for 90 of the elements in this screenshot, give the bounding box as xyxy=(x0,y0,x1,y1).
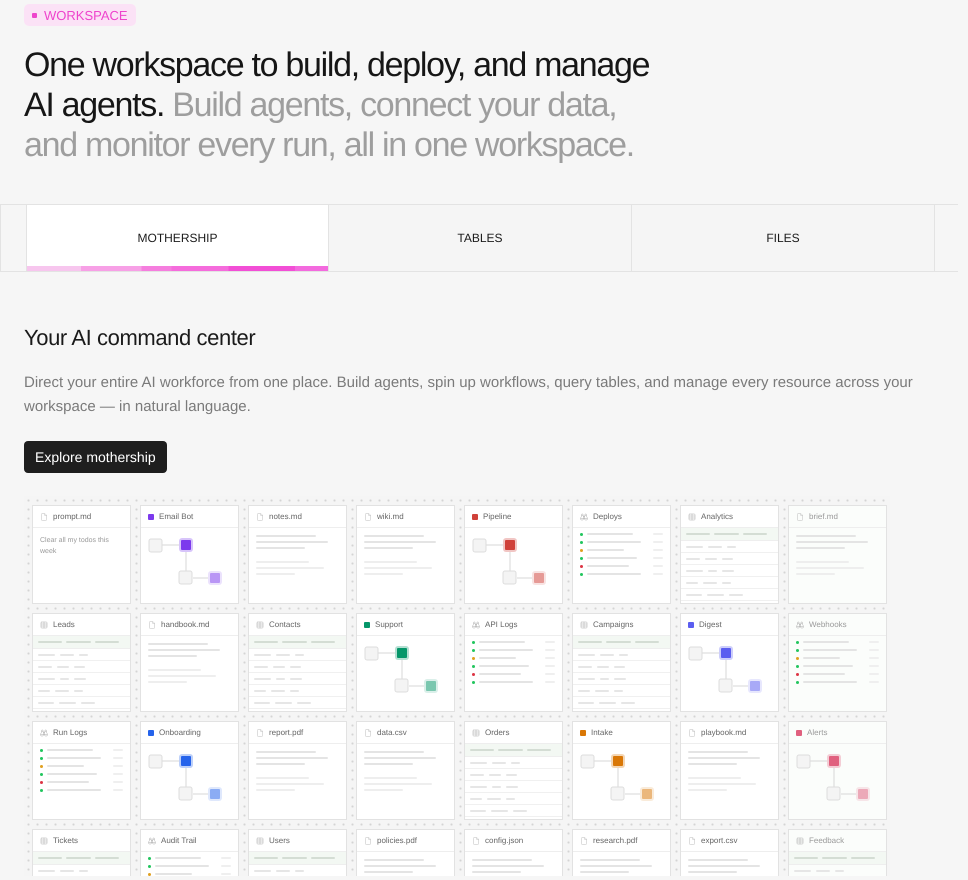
resource-card[interactable]: config.json xyxy=(464,829,563,876)
resource-card[interactable]: Deploys xyxy=(572,505,671,604)
card-title: policies.pdf xyxy=(377,836,418,845)
resource-card[interactable]: Leads xyxy=(32,613,131,712)
card-title: Analytics xyxy=(701,512,734,521)
resource-card[interactable]: Campaigns xyxy=(572,613,671,712)
card-title: brief.md xyxy=(809,512,838,521)
resource-card[interactable]: wiki.md xyxy=(356,505,455,604)
file-icon xyxy=(796,512,804,520)
resource-card[interactable]: Onboarding xyxy=(140,721,239,820)
table-icon xyxy=(472,728,480,736)
card-title: Digest xyxy=(699,620,722,629)
card-title: Contacts xyxy=(269,620,301,629)
resource-card[interactable]: Support xyxy=(356,613,455,712)
workspace-badge: WORKSPACE xyxy=(24,4,136,26)
resource-card[interactable]: export.csv xyxy=(680,829,779,876)
resource-card[interactable]: playbook.md xyxy=(680,721,779,820)
card-title: Tickets xyxy=(53,836,78,845)
resource-card[interactable]: Pipeline xyxy=(464,505,563,604)
binoculars-icon xyxy=(472,620,480,628)
card-title: Audit Trail xyxy=(161,836,197,845)
section-title: Your AI command center xyxy=(24,325,256,351)
resource-card[interactable]: Email Bot xyxy=(140,505,239,604)
table-icon xyxy=(796,836,804,844)
card-title: playbook.md xyxy=(701,728,746,737)
resource-card[interactable]: Run Logs xyxy=(32,721,131,820)
card-title: handbook.md xyxy=(161,620,210,629)
table-icon xyxy=(256,836,264,844)
card-title: Campaigns xyxy=(593,620,634,629)
resource-card[interactable]: handbook.md xyxy=(140,613,239,712)
file-icon xyxy=(256,728,264,736)
card-title: config.json xyxy=(485,836,524,845)
resource-card[interactable]: notes.md xyxy=(248,505,347,604)
resource-card[interactable]: Users xyxy=(248,829,347,876)
table-icon xyxy=(688,512,696,520)
card-title: research.pdf xyxy=(593,836,638,845)
card-title: Support xyxy=(375,620,404,629)
file-icon xyxy=(256,512,264,520)
card-title: Intake xyxy=(591,728,613,737)
section-description: Direct your entire AI workforce from one place. Build agents, spin up workflows, query tables, and manage every resource across your workspace — in natural language. xyxy=(24,373,914,417)
tab[interactable]: MOTHERSHIP xyxy=(26,205,328,271)
resource-card[interactable]: Audit Trail xyxy=(140,829,239,876)
card-title: Deploys xyxy=(593,512,622,521)
card-title: API Logs xyxy=(485,620,518,629)
card-title: Pipeline xyxy=(483,512,512,521)
card-title: data.csv xyxy=(377,728,407,737)
resource-card[interactable]: Digest xyxy=(680,613,779,712)
file-icon xyxy=(580,836,588,844)
card-title: Orders xyxy=(485,728,510,737)
table-icon xyxy=(40,836,48,844)
file-icon xyxy=(364,836,372,844)
headline: One workspace to build, deploy, and manage AI agents. Build agents, connect your data, and monitor every run, all in one workspace. xyxy=(24,45,650,165)
resource-card[interactable]: research.pdf xyxy=(572,829,671,876)
card-title: wiki.md xyxy=(377,512,404,521)
file-icon xyxy=(364,512,372,520)
card-title: notes.md xyxy=(269,512,302,521)
card-title: Onboarding xyxy=(159,728,201,737)
resource-card[interactable]: Analytics xyxy=(680,505,779,604)
file-icon xyxy=(40,512,48,520)
resource-card[interactable]: API Logs xyxy=(464,613,563,712)
file-icon xyxy=(472,836,480,844)
file-icon xyxy=(148,620,156,628)
binoculars-icon xyxy=(796,620,804,628)
binoculars-icon xyxy=(580,512,588,520)
resource-card[interactable]: report.pdf xyxy=(248,721,347,820)
card-title: Run Logs xyxy=(53,728,88,737)
table-icon xyxy=(40,620,48,628)
file-icon xyxy=(688,836,696,844)
resource-card[interactable]: Intake xyxy=(572,721,671,820)
card-title: Email Bot xyxy=(159,512,194,521)
card-title: Webhooks xyxy=(809,620,847,629)
explore-button[interactable]: Explore mothership xyxy=(24,441,167,473)
binoculars-icon xyxy=(40,728,48,736)
table-icon xyxy=(580,620,588,628)
card-title: Users xyxy=(269,836,290,845)
card-title: prompt.md xyxy=(53,512,92,521)
table-icon xyxy=(256,620,264,628)
resource-card[interactable]: Tickets xyxy=(32,829,131,876)
file-icon xyxy=(364,728,372,736)
resource-card[interactable]: Orders xyxy=(464,721,563,820)
resource-card[interactable]: policies.pdf xyxy=(356,829,455,876)
card-title: Leads xyxy=(53,620,75,629)
card-title: Feedback xyxy=(809,836,844,845)
card-title: report.pdf xyxy=(269,728,304,737)
binoculars-icon xyxy=(148,836,156,844)
card-title: Alerts xyxy=(807,728,828,737)
file-icon xyxy=(688,728,696,736)
resource-card[interactable]: data.csv xyxy=(356,721,455,820)
resource-card[interactable]: Contacts xyxy=(248,613,347,712)
card-title: export.csv xyxy=(701,836,738,845)
